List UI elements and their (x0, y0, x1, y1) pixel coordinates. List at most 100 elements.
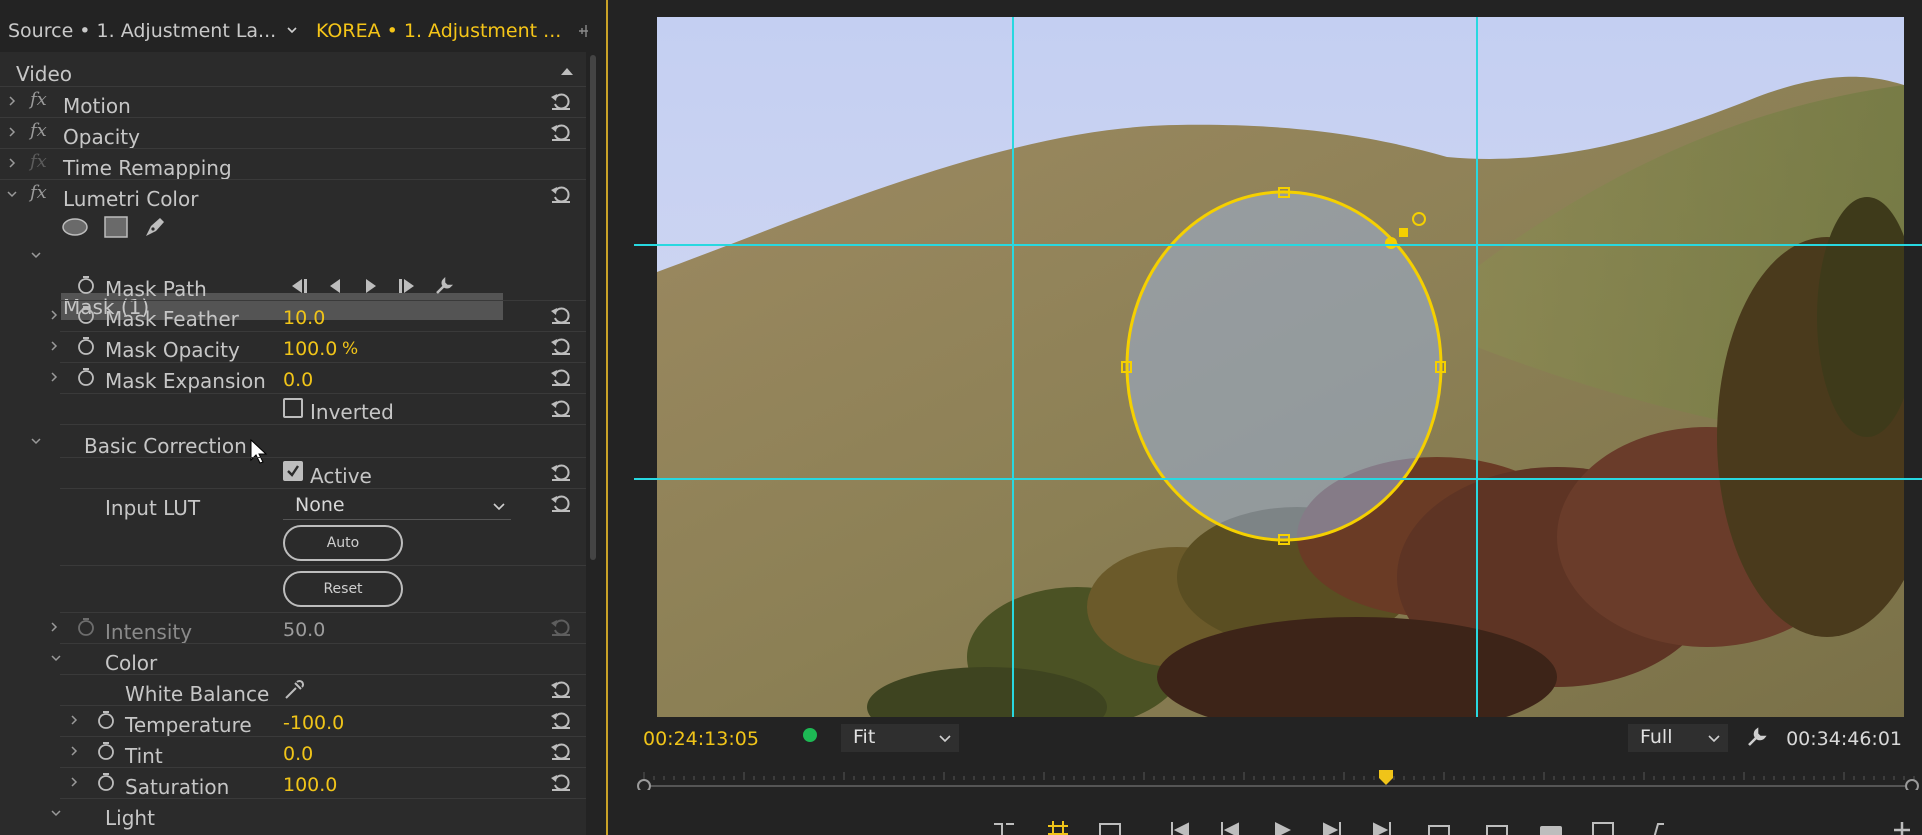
stopwatch-icon[interactable] (96, 710, 116, 730)
reset-icon[interactable] (550, 710, 572, 730)
play-icon[interactable] (1270, 820, 1294, 835)
fx-icon[interactable]: fx (30, 89, 47, 110)
mask-header-row[interactable] (0, 241, 586, 272)
in-point-handle[interactable] (637, 779, 651, 790)
extract-icon[interactable] (1484, 820, 1510, 835)
track-selected-backward-icon[interactable] (328, 278, 342, 294)
mask-feather-handle[interactable] (1385, 237, 1397, 249)
reset-icon[interactable] (550, 493, 572, 513)
scrollbar-thumb[interactable] (590, 55, 596, 560)
chevron-right-icon[interactable] (68, 745, 80, 757)
step-back-icon[interactable] (1218, 820, 1242, 835)
tab-source-monitor[interactable]: Source • 1. Adjustment La... (8, 20, 276, 42)
reset-icon[interactable] (550, 305, 572, 325)
comparison-view-icon[interactable] (1590, 820, 1616, 835)
chevron-right-icon[interactable] (48, 371, 60, 383)
inverted-checkbox[interactable] (283, 398, 303, 418)
reset-icon[interactable] (550, 617, 572, 637)
reset-icon[interactable] (550, 122, 572, 142)
chevron-down-icon[interactable] (50, 807, 62, 819)
stopwatch-icon[interactable] (76, 275, 96, 295)
add-marker-icon[interactable] (992, 820, 1016, 835)
reset-icon[interactable] (550, 772, 572, 792)
fx-icon[interactable]: fx (30, 151, 47, 172)
mask-opacity-value[interactable]: 100.0 (283, 338, 337, 360)
chevron-right-icon[interactable] (48, 340, 60, 352)
effect-row-opacity[interactable]: fx Opacity (0, 118, 586, 149)
fx-icon[interactable]: fx (30, 120, 47, 141)
safe-margins-icon[interactable] (1046, 820, 1070, 835)
active-checkbox[interactable] (283, 461, 303, 481)
basic-correction-header[interactable]: Basic Correction (0, 425, 586, 464)
eyedropper-icon[interactable] (283, 679, 305, 701)
color-section-header[interactable]: Color (0, 644, 586, 675)
chevron-right-icon[interactable] (6, 95, 18, 107)
reset-icon[interactable] (550, 184, 572, 204)
track-backward-icon[interactable] (290, 278, 310, 294)
out-point-handle[interactable] (1905, 779, 1919, 790)
reset-icon[interactable] (550, 398, 572, 418)
panel-menu-icon[interactable] (576, 22, 590, 40)
wrench-icon[interactable] (434, 276, 454, 296)
current-timecode[interactable]: 00:24:13:05 (643, 728, 759, 750)
input-lut-dropdown[interactable]: None (283, 494, 511, 520)
reset-icon[interactable] (550, 679, 572, 699)
intensity-value[interactable]: 50.0 (283, 619, 325, 641)
step-forward-icon[interactable] (1320, 820, 1344, 835)
add-button-icon[interactable] (1892, 820, 1912, 835)
chevron-down-icon[interactable] (6, 188, 18, 200)
effect-row-motion[interactable]: fx Motion (0, 87, 586, 118)
guide-line-vertical[interactable] (1476, 17, 1478, 717)
reset-icon[interactable] (550, 91, 572, 111)
go-to-in-icon[interactable] (1168, 820, 1192, 835)
video-frame[interactable] (657, 17, 1904, 717)
chevron-right-icon[interactable] (6, 126, 18, 138)
temperature-value[interactable]: -100.0 (283, 712, 344, 734)
guide-line-vertical[interactable] (1012, 17, 1014, 717)
stopwatch-icon[interactable] (76, 367, 96, 387)
timeline-ruler[interactable] (634, 770, 1922, 790)
reset-icon[interactable] (550, 462, 572, 482)
chevron-right-icon[interactable] (48, 309, 60, 321)
lift-icon[interactable] (1426, 820, 1452, 835)
ellipse-mask-icon[interactable] (62, 217, 88, 237)
saturation-value[interactable]: 100.0 (283, 774, 337, 796)
tab-effect-controls[interactable]: KOREA • 1. Adjustment ... (316, 20, 561, 42)
reset-icon[interactable] (550, 336, 572, 356)
chevron-down-icon[interactable] (286, 24, 298, 36)
guide-line-horizontal[interactable] (634, 478, 1922, 480)
stopwatch-icon[interactable] (96, 741, 116, 761)
reset-icon[interactable] (550, 741, 572, 761)
reset-icon[interactable] (550, 367, 572, 387)
stopwatch-icon[interactable] (76, 336, 96, 356)
effect-row-time-remapping[interactable]: fx Time Remapping (0, 149, 586, 180)
stopwatch-icon[interactable] (76, 617, 96, 637)
fx-toggle-icon[interactable] (1648, 820, 1674, 835)
camera-icon[interactable] (1538, 820, 1564, 835)
chevron-right-icon[interactable] (6, 157, 18, 169)
mask-feather-value[interactable]: 10.0 (283, 307, 325, 329)
chevron-down-icon[interactable] (30, 435, 42, 447)
stopwatch-icon[interactable] (96, 772, 116, 792)
chevron-right-icon[interactable] (68, 776, 80, 788)
effect-row-lumetri-color[interactable]: fx Lumetri Color (0, 180, 586, 211)
collapse-up-icon[interactable] (560, 66, 574, 76)
chevron-right-icon[interactable] (48, 621, 60, 633)
chevron-right-icon[interactable] (68, 714, 80, 726)
chevron-down-icon[interactable] (50, 652, 62, 664)
track-selected-forward-icon[interactable] (364, 278, 378, 294)
mask-expansion-handle[interactable] (1399, 228, 1408, 237)
chevron-down-icon[interactable] (30, 249, 42, 261)
rectangle-mask-icon[interactable] (104, 216, 128, 238)
multicam-icon[interactable] (1098, 820, 1122, 835)
wrench-icon[interactable] (1746, 726, 1768, 748)
light-section-header[interactable]: Light (0, 799, 586, 830)
mask-expansion-value[interactable]: 0.0 (283, 369, 313, 391)
track-forward-icon[interactable] (398, 278, 418, 294)
fx-icon[interactable]: fx (30, 182, 47, 203)
pen-mask-icon[interactable] (142, 214, 168, 240)
tint-value[interactable]: 0.0 (283, 743, 313, 765)
zoom-dropdown[interactable]: Fit (841, 724, 959, 752)
stopwatch-icon[interactable] (76, 305, 96, 325)
resolution-dropdown[interactable]: Full (1628, 724, 1728, 752)
